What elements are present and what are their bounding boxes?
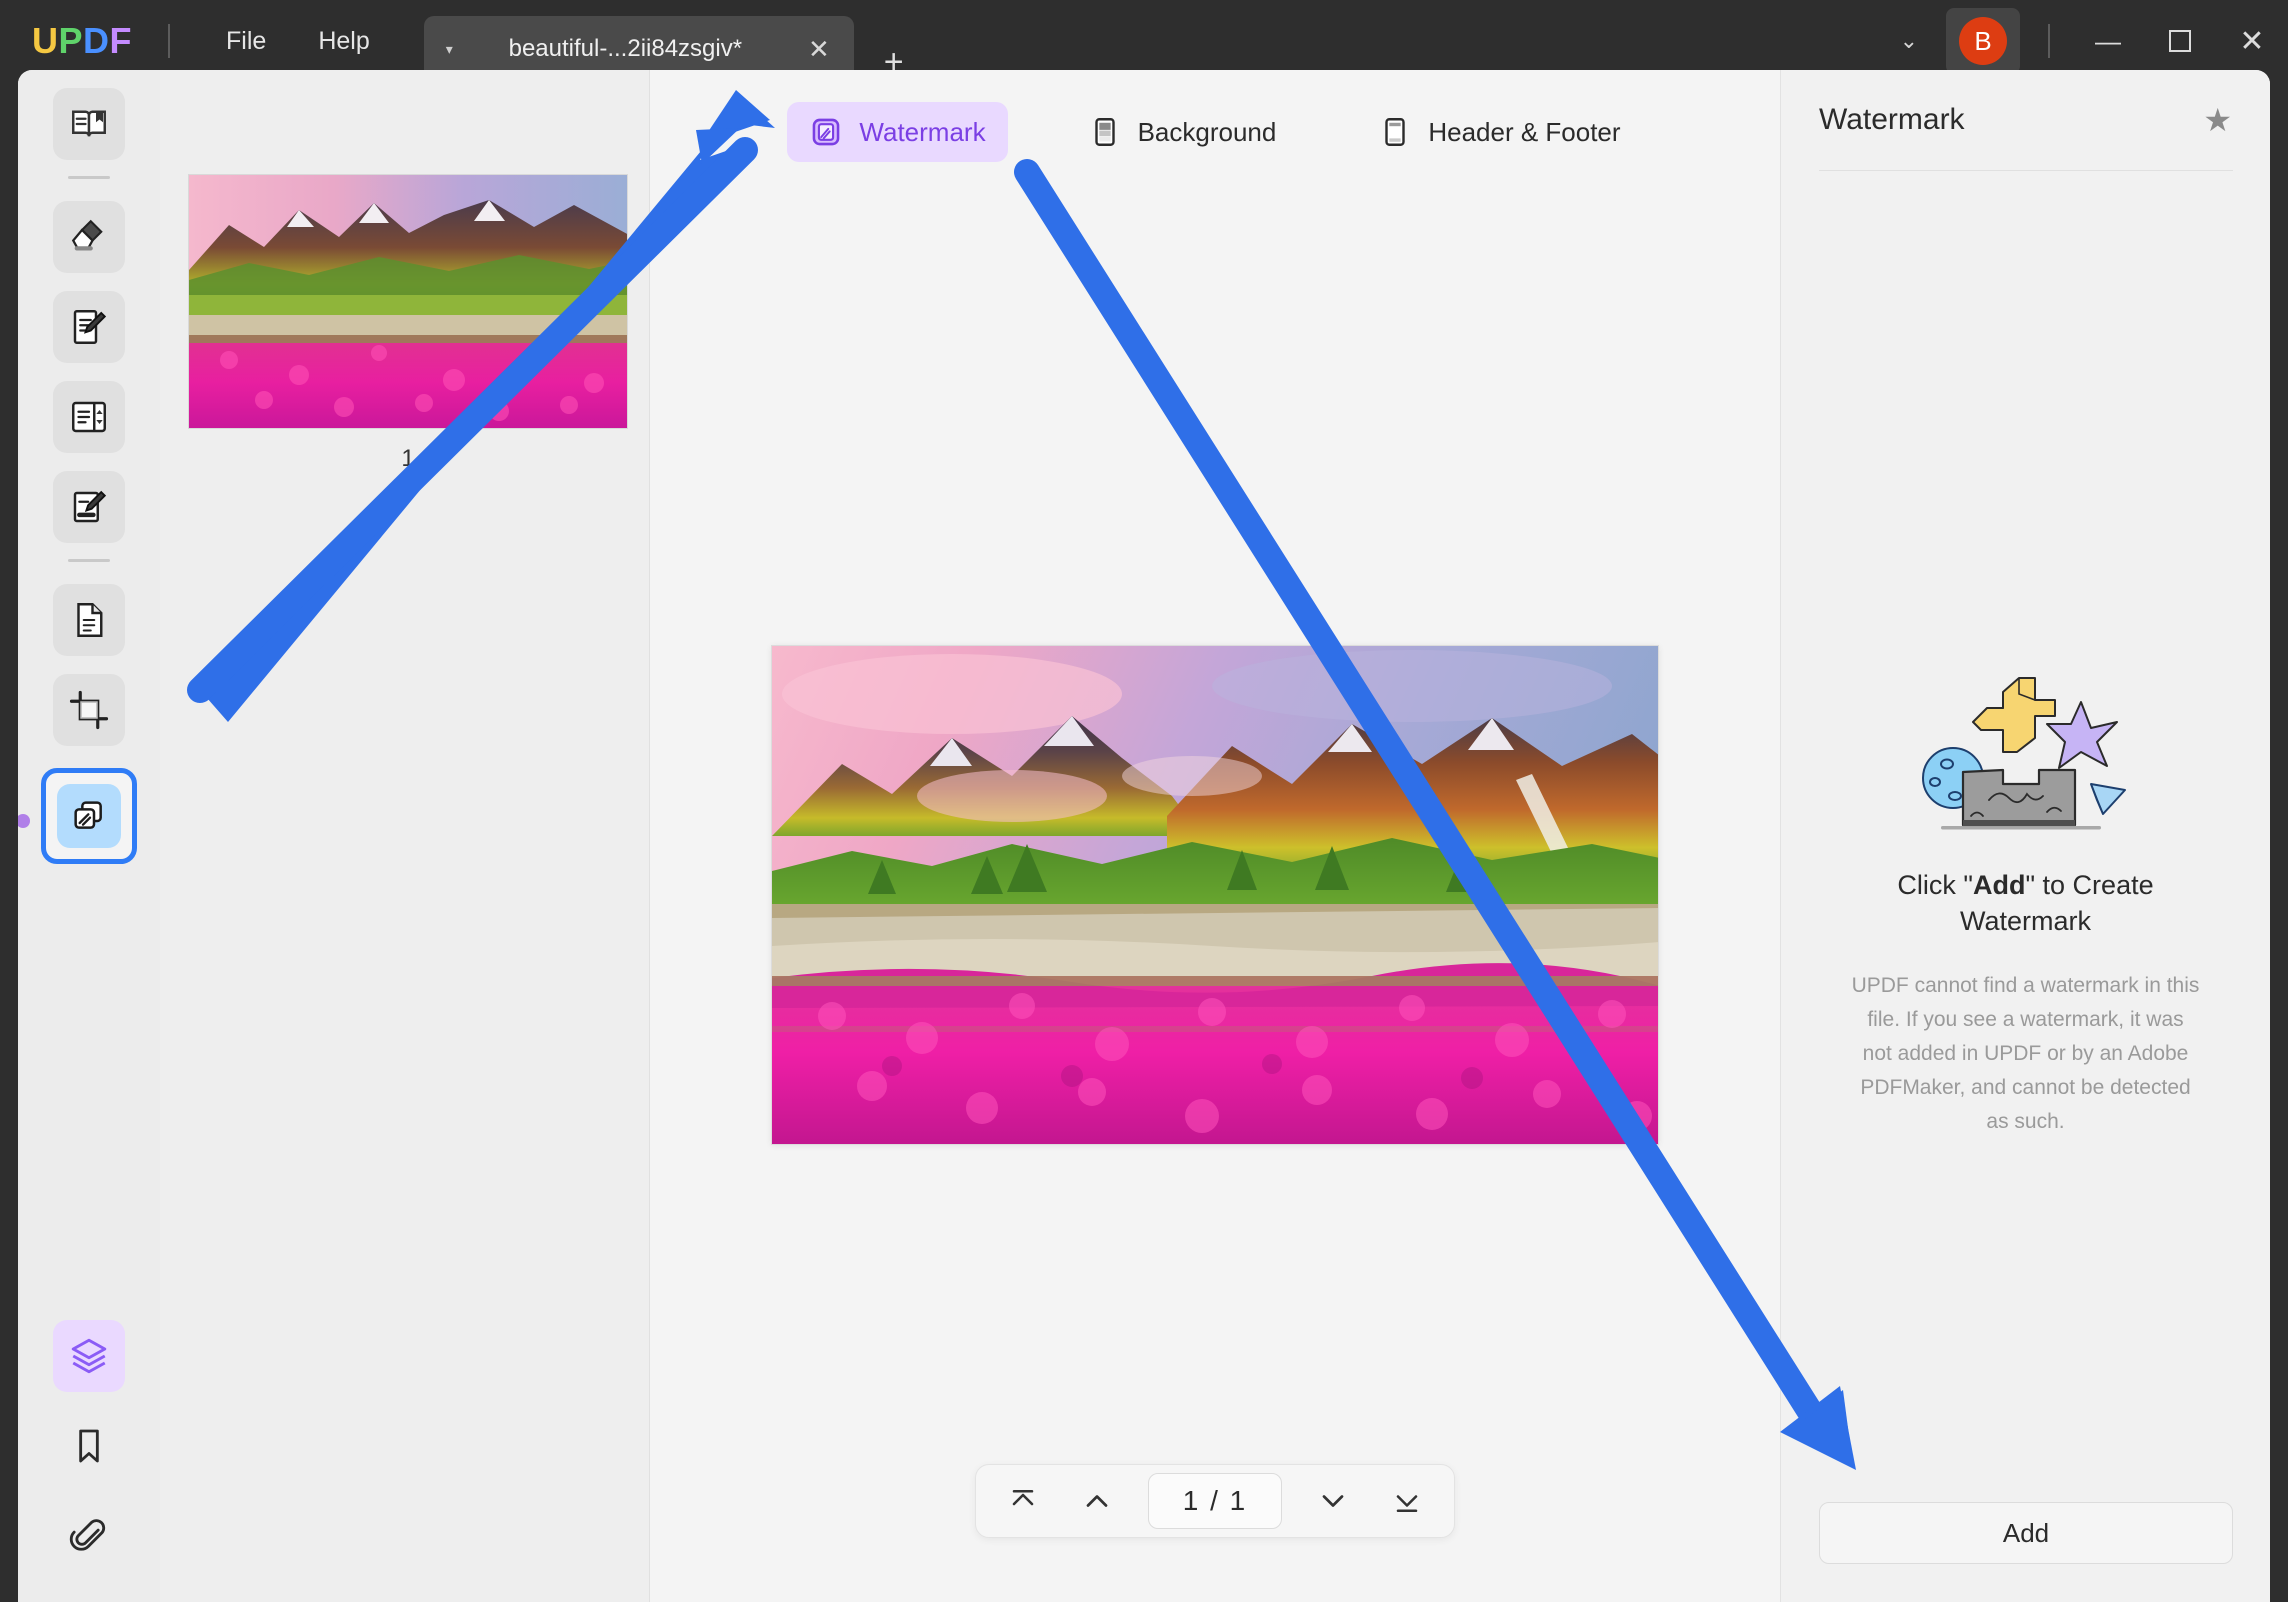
logo-letter-u: U	[32, 20, 59, 62]
sidebar-item-convert[interactable]	[53, 584, 125, 656]
next-page-button[interactable]	[1300, 1473, 1366, 1529]
updf-logo: U P D F	[32, 20, 132, 62]
watermark-icon	[69, 796, 109, 836]
thumbnail-image	[189, 175, 628, 429]
form-icon	[68, 486, 110, 528]
page-navigation: 1 / 1	[975, 1464, 1455, 1538]
logo-divider	[168, 24, 170, 58]
tab-watermark-label: Watermark	[859, 117, 985, 148]
sidebar-item-bookmarks[interactable]	[53, 1410, 125, 1482]
chevron-down-icon	[1315, 1483, 1351, 1519]
sidebar-item-attachments[interactable]	[53, 1500, 125, 1572]
tab-dropdown-icon[interactable]: ▾	[446, 41, 453, 58]
crop-icon	[68, 689, 110, 731]
tab-title: beautiful-...2ii84zsgiv*	[479, 35, 772, 63]
watermark-toolbar: Watermark Background	[650, 102, 1780, 162]
page-canvas[interactable]	[771, 645, 1659, 1145]
sidebar-item-watermark[interactable]	[41, 768, 137, 864]
sidebar-item-organize-pages[interactable]	[53, 381, 125, 453]
tab-header-footer[interactable]: Header & Footer	[1356, 102, 1642, 162]
rail-divider-1	[68, 176, 110, 179]
page-thumbnail-1[interactable]	[188, 174, 628, 429]
updf-window: U P D F File Help ▾ beautiful-...2ii84zs…	[0, 0, 2288, 1602]
chevron-up-icon	[1079, 1483, 1115, 1519]
empty-state-body: UPDF cannot find a watermark in this fil…	[1851, 969, 2201, 1139]
tab-background-label: Background	[1138, 117, 1277, 148]
highlighter-icon	[68, 216, 110, 258]
page-image	[772, 646, 1659, 1145]
panel-title: Watermark	[1819, 103, 2203, 137]
thumbnail-page-number: 1	[188, 445, 628, 473]
logo-letter-f: F	[110, 20, 133, 62]
add-button[interactable]: Add	[1819, 1502, 2233, 1564]
header-footer-icon	[1378, 115, 1412, 149]
watermark-chip	[57, 784, 121, 848]
chevron-down-icon[interactable]: ⌄	[1878, 18, 1940, 64]
rail-divider-2	[68, 559, 110, 562]
background-icon	[1088, 115, 1122, 149]
reader-icon	[68, 103, 110, 145]
empty-state-illustration	[1911, 660, 2141, 840]
sidebar-item-reader[interactable]	[53, 88, 125, 160]
previous-page-button[interactable]	[1064, 1473, 1130, 1529]
attachment-icon	[69, 1516, 109, 1556]
empty-state: Click "Add" to Create Watermark UPDF can…	[1781, 660, 2270, 1139]
empty-heading-bold: Add	[1973, 870, 2025, 900]
window-controls-divider	[2048, 24, 2050, 58]
page-edit-icon	[68, 396, 110, 438]
account-button[interactable]: B	[1946, 8, 2020, 74]
sidebar-item-prepare-form[interactable]	[53, 471, 125, 543]
page-indicator[interactable]: 1 / 1	[1148, 1473, 1282, 1529]
menu-file[interactable]: File	[200, 19, 292, 64]
chevron-down-line-icon	[1389, 1483, 1425, 1519]
sidebar-item-edit-pdf[interactable]	[53, 291, 125, 363]
empty-heading-pre: Click "	[1897, 870, 1973, 900]
sidebar-item-comment[interactable]	[53, 201, 125, 273]
thumbnail-panel: 1	[160, 70, 650, 1602]
edit-pdf-icon	[68, 306, 110, 348]
app-body: 1 Watermark	[18, 70, 2270, 1602]
logo-letter-p: P	[59, 20, 84, 62]
empty-state-heading: Click "Add" to Create Watermark	[1841, 868, 2211, 939]
menu-help[interactable]: Help	[292, 19, 395, 64]
convert-icon	[68, 599, 110, 641]
document-area: Watermark Background	[650, 70, 1780, 1602]
avatar: B	[1959, 17, 2007, 65]
chevron-up-line-icon	[1005, 1483, 1041, 1519]
tab-background[interactable]: Background	[1066, 102, 1299, 162]
last-page-button[interactable]	[1374, 1473, 1440, 1529]
bookmark-icon	[69, 1426, 109, 1466]
favorite-star-icon[interactable]: ★	[2203, 101, 2232, 139]
first-page-button[interactable]	[990, 1473, 1056, 1529]
close-icon[interactable]: ✕	[802, 34, 836, 65]
tool-rail	[18, 70, 160, 1602]
layers-icon	[68, 1335, 110, 1377]
watermark-panel: Watermark ★	[1780, 70, 2270, 1602]
logo-letter-d: D	[83, 20, 110, 62]
watermark-icon	[809, 115, 843, 149]
sidebar-item-layers[interactable]	[53, 1320, 125, 1392]
selection-dot	[18, 814, 30, 828]
panel-divider	[1819, 170, 2233, 171]
tab-watermark[interactable]: Watermark	[787, 102, 1007, 162]
panel-header: Watermark ★	[1781, 70, 2270, 170]
tab-header-footer-label: Header & Footer	[1428, 117, 1620, 148]
sidebar-item-crop[interactable]	[53, 674, 125, 746]
